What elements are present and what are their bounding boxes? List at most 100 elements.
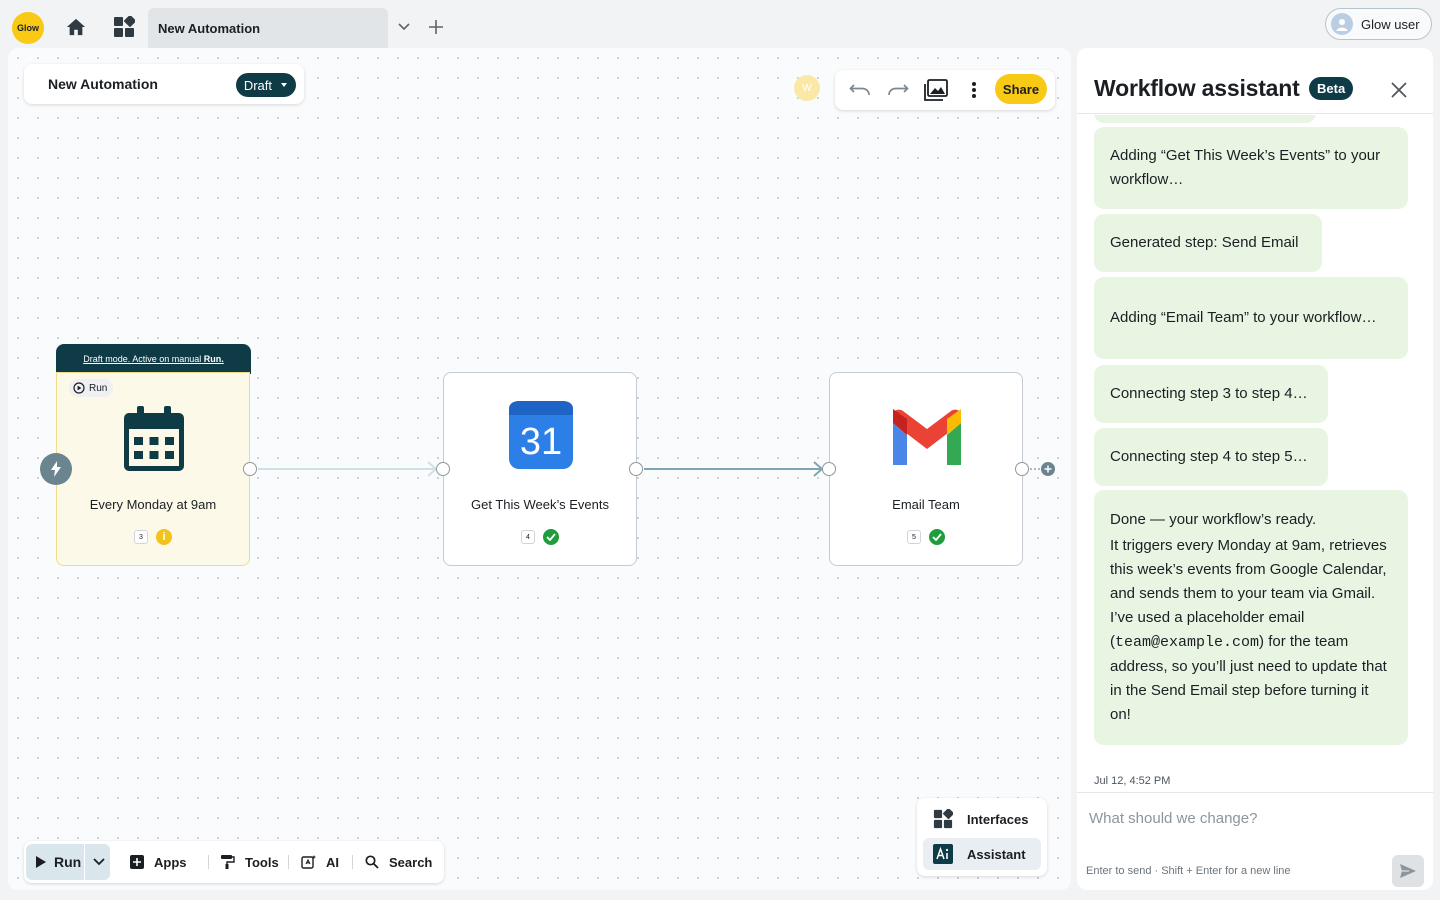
- run-trigger-chip[interactable]: Run: [69, 379, 114, 397]
- glow-logo[interactable]: Glow: [12, 12, 44, 44]
- calendar-icon: [124, 406, 184, 471]
- close-panel-button[interactable]: [1387, 78, 1411, 102]
- google-calendar-icon: 31: [509, 401, 573, 469]
- user-menu-button[interactable]: Glow user: [1325, 8, 1432, 40]
- output-port[interactable]: [243, 462, 257, 476]
- apps-label: Apps: [154, 854, 187, 870]
- chat-message: Generated step: Send Email: [1094, 214, 1322, 272]
- chevron-down-icon: [92, 858, 105, 866]
- input-port[interactable]: [822, 462, 836, 476]
- trigger-node[interactable]: Run Every Monday at 9am 3 i: [56, 372, 250, 566]
- check-icon: [546, 533, 556, 541]
- output-port[interactable]: [629, 462, 643, 476]
- chat-message: Connecting step 4 to step 5…: [1094, 428, 1328, 486]
- chat-input[interactable]: [1089, 803, 1379, 833]
- summary-heading: Done — your workflow’s ready.: [1110, 511, 1317, 528]
- chat-message-summary: Done — your workflow’s ready. It trigger…: [1094, 490, 1408, 745]
- interfaces-label: Interfaces: [967, 811, 1029, 827]
- run-options-button[interactable]: [84, 844, 112, 880]
- node-badges: 4: [444, 529, 636, 545]
- panel-title: Workflow assistant: [1094, 75, 1300, 101]
- ai-sparkle-icon: [301, 855, 316, 869]
- node-label: Every Monday at 9am: [89, 497, 217, 512]
- trigger-banner-link[interactable]: Run.: [204, 354, 224, 364]
- run-button-group: Run: [26, 844, 110, 880]
- success-badge: [929, 529, 945, 545]
- apps-button[interactable]: [111, 14, 137, 40]
- warning-badge[interactable]: i: [156, 529, 172, 545]
- chat-input-area: Enter to send · Shift + Enter for a new …: [1077, 792, 1433, 890]
- plus-icon: [1044, 465, 1052, 473]
- run-label: Run: [54, 854, 82, 870]
- tools-label: Tools: [245, 854, 279, 870]
- bolt-icon: [51, 461, 61, 477]
- play-circle-icon: [73, 382, 85, 394]
- interfaces-button[interactable]: Interfaces: [923, 803, 1041, 835]
- trigger-banner-text: Draft mode. Active on manual: [83, 354, 202, 364]
- ai-menu-button[interactable]: AI: [301, 849, 339, 875]
- step-number: 3: [134, 530, 148, 544]
- search-label: Search: [389, 854, 433, 870]
- home-icon: [66, 18, 86, 36]
- success-badge: [543, 529, 559, 545]
- apps-menu-button[interactable]: Apps: [130, 849, 187, 875]
- chevron-down-icon: [398, 23, 410, 31]
- home-button[interactable]: [63, 14, 89, 40]
- new-tab-button[interactable]: [423, 14, 449, 40]
- message-list[interactable]: Adding “Get This Week’s Events” to your …: [1077, 115, 1433, 793]
- step-number: 4: [521, 530, 535, 544]
- tab-new-automation[interactable]: New Automation: [148, 8, 388, 48]
- divider: [352, 855, 353, 869]
- node-label: Get This Week’s Events: [470, 497, 609, 512]
- summary-body: It triggers every Monday at 9am, retriev…: [1110, 537, 1387, 723]
- workflow-canvas[interactable]: New Automation Draft W Share Draft mode.…: [8, 48, 1071, 890]
- add-step-button[interactable]: [1041, 462, 1055, 476]
- assistant-label: Assistant: [967, 846, 1026, 862]
- tab-dropdown-button[interactable]: [391, 14, 417, 40]
- send-button[interactable]: [1392, 855, 1424, 887]
- message-timestamp: Jul 12, 4:52 PM: [1094, 775, 1171, 787]
- send-icon: [1400, 864, 1416, 878]
- run-button[interactable]: Run: [26, 844, 82, 880]
- play-icon: [36, 856, 46, 868]
- step-number: 5: [907, 530, 921, 544]
- plus-icon: [429, 20, 443, 34]
- user-name: Glow user: [1361, 16, 1420, 32]
- input-hint: Enter to send · Shift + Enter for a new …: [1086, 865, 1291, 877]
- chat-message-partial: [1094, 115, 1316, 123]
- avatar: [1331, 13, 1353, 35]
- user-icon: [1336, 19, 1348, 31]
- output-port[interactable]: [1015, 462, 1029, 476]
- check-icon: [932, 533, 942, 541]
- chat-message: Adding “Get This Week’s Events” to your …: [1094, 127, 1408, 209]
- assistant-icon: [933, 844, 953, 864]
- inline-code: team@example.com: [1115, 634, 1260, 651]
- search-button[interactable]: Search: [365, 849, 432, 875]
- ai-label: AI: [326, 854, 339, 870]
- gmail-icon: [893, 409, 961, 465]
- email-team-node[interactable]: Email Team 5: [829, 372, 1023, 566]
- get-events-node[interactable]: 31 Get This Week’s Events 4: [443, 372, 637, 566]
- node-badges: 3 i: [57, 529, 249, 545]
- calendar-day-text: 31: [520, 421, 562, 463]
- assistant-button[interactable]: Assistant: [923, 838, 1041, 870]
- node-label: Email Team: [892, 497, 960, 512]
- tools-menu-button[interactable]: Tools: [221, 849, 279, 875]
- divider: [288, 855, 289, 869]
- paint-roller-icon: [221, 855, 235, 869]
- bottom-toolbar: Run Apps Tools AI Search: [24, 841, 444, 883]
- node-badges: 5: [830, 529, 1022, 545]
- beta-badge: Beta: [1309, 77, 1354, 100]
- search-icon: [365, 855, 379, 869]
- top-bar: Glow New Automation Glow user: [0, 0, 1440, 48]
- tab-title: New Automation: [158, 20, 261, 36]
- panel-header: Workflow assistant Beta: [1077, 48, 1433, 114]
- view-switcher: Interfaces Assistant: [917, 798, 1047, 876]
- chat-message: Adding “Email Team” to your workflow…: [1094, 277, 1408, 359]
- input-port[interactable]: [436, 462, 450, 476]
- trigger-bolt[interactable]: [40, 453, 72, 485]
- divider: [208, 855, 209, 869]
- trigger-mode-banner[interactable]: Draft mode. Active on manual Run.: [56, 344, 251, 374]
- chat-message: Connecting step 3 to step 4…: [1094, 365, 1328, 423]
- apps-grid-icon: [114, 16, 135, 37]
